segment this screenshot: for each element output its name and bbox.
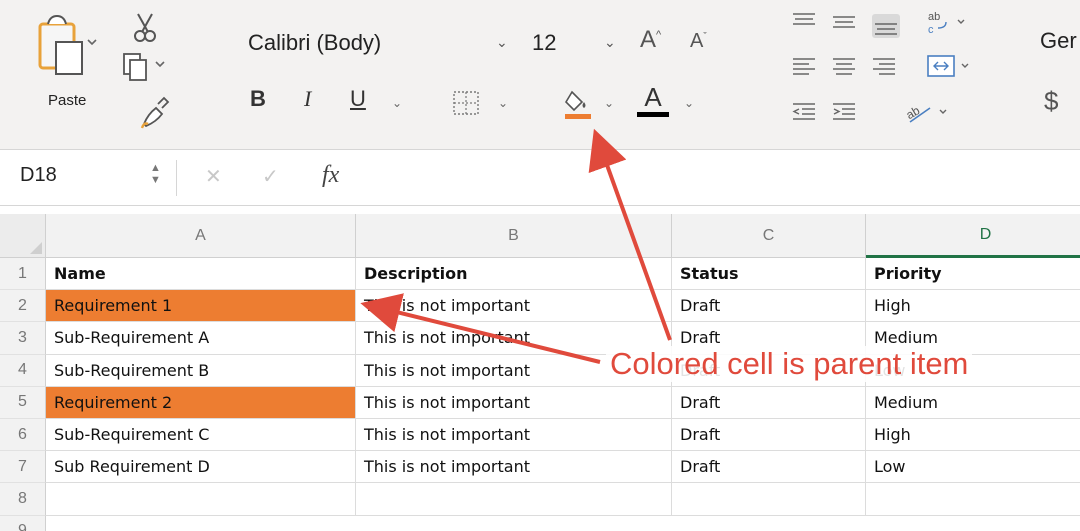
column-header-b[interactable]: B bbox=[356, 214, 672, 258]
align-middle-icon[interactable] bbox=[830, 10, 858, 34]
borders-icon[interactable] bbox=[450, 88, 484, 118]
table-cell[interactable]: This is not important bbox=[356, 451, 672, 484]
table-cell[interactable]: This is not important bbox=[356, 386, 672, 419]
parent-item-cell[interactable]: Requirement 2 bbox=[46, 386, 356, 419]
merge-center-icon[interactable] bbox=[926, 52, 974, 77]
row-header-2[interactable]: 2 bbox=[0, 290, 46, 323]
align-left-icon[interactable] bbox=[790, 54, 818, 78]
font-name-select[interactable]: Calibri (Body) bbox=[248, 30, 381, 56]
ribbon-toolbar: Paste Calibri (Body) ⌄ 12 ⌄ A^ Aˇ B I U … bbox=[0, 0, 1080, 150]
svg-text:c: c bbox=[928, 24, 934, 36]
row-header-5[interactable]: 5 bbox=[0, 386, 46, 419]
formula-enter-icon[interactable]: ✓ bbox=[262, 164, 279, 189]
table-cell[interactable]: This is not important bbox=[356, 290, 672, 323]
font-color-chevron-down-icon[interactable]: ⌄ bbox=[684, 96, 694, 110]
row-header-3[interactable]: 3 bbox=[0, 322, 46, 355]
table-cell[interactable]: Draft bbox=[672, 290, 866, 323]
font-color-icon[interactable]: A bbox=[634, 82, 672, 122]
orientation-icon[interactable]: ab bbox=[900, 96, 956, 123]
paste-icon[interactable] bbox=[34, 14, 98, 86]
formula-cancel-icon[interactable]: ✕ bbox=[205, 164, 222, 189]
table-cell[interactable]: Draft bbox=[672, 451, 866, 484]
align-bottom-icon[interactable] bbox=[872, 14, 900, 38]
header-cell[interactable]: Name bbox=[46, 258, 356, 291]
font-color-swatch bbox=[637, 112, 669, 117]
cut-icon[interactable] bbox=[128, 10, 162, 44]
table-cell[interactable]: Sub-Requirement C bbox=[46, 419, 356, 452]
table-cell[interactable]: Sub Requirement D bbox=[46, 451, 356, 484]
column-header-c[interactable]: C bbox=[672, 214, 866, 258]
currency-format-button[interactable]: $ bbox=[1044, 86, 1058, 117]
table-cell[interactable]: Sub-Requirement B bbox=[46, 354, 356, 387]
name-box[interactable]: D18 bbox=[20, 164, 57, 187]
align-center-icon[interactable] bbox=[830, 54, 858, 78]
decrease-font-size-button[interactable]: Aˇ bbox=[690, 30, 707, 53]
format-painter-icon[interactable] bbox=[136, 94, 170, 134]
header-cell[interactable]: Priority bbox=[866, 258, 1080, 291]
table-cell[interactable] bbox=[356, 483, 672, 516]
bold-button[interactable]: B bbox=[250, 86, 266, 112]
table-cell[interactable]: High bbox=[866, 419, 1080, 452]
table-cell[interactable] bbox=[46, 483, 356, 516]
table-cell[interactable]: Low bbox=[866, 451, 1080, 484]
svg-text:ab: ab bbox=[928, 11, 940, 23]
copy-icon[interactable] bbox=[118, 48, 170, 84]
increase-font-icon: A bbox=[640, 26, 657, 53]
font-name-chevron-down-icon[interactable]: ⌄ bbox=[496, 34, 508, 51]
row-header-1[interactable]: 1 bbox=[0, 258, 46, 291]
table-cell[interactable]: Draft bbox=[672, 419, 866, 452]
row-header-4[interactable]: 4 bbox=[0, 354, 46, 387]
formula-bar-divider bbox=[176, 160, 177, 196]
name-box-spinner-icon[interactable]: ▲ ▼ bbox=[150, 162, 161, 186]
row-header-6[interactable]: 6 bbox=[0, 419, 46, 452]
italic-button[interactable]: I bbox=[304, 86, 311, 112]
paste-label[interactable]: Paste bbox=[48, 92, 86, 109]
font-color-glyph: A bbox=[644, 82, 662, 112]
increase-font-size-button[interactable]: A^ bbox=[640, 26, 661, 54]
table-cell[interactable]: Medium bbox=[866, 387, 1080, 419]
column-header-a[interactable]: A bbox=[46, 214, 356, 258]
underline-chevron-down-icon[interactable]: ⌄ bbox=[392, 96, 402, 110]
font-size-chevron-down-icon[interactable]: ⌄ bbox=[604, 34, 616, 51]
table-cell[interactable]: High bbox=[866, 290, 1080, 323]
insert-function-icon[interactable]: fx bbox=[322, 162, 339, 189]
row-header-7[interactable]: 7 bbox=[0, 451, 46, 484]
borders-chevron-down-icon[interactable]: ⌄ bbox=[498, 96, 508, 110]
column-header-d[interactable]: D bbox=[866, 214, 1080, 258]
underline-button[interactable]: U bbox=[350, 86, 366, 112]
decrease-indent-icon[interactable] bbox=[790, 100, 818, 124]
increase-indent-icon[interactable] bbox=[830, 100, 858, 124]
align-right-icon[interactable] bbox=[870, 54, 898, 78]
align-top-icon[interactable] bbox=[790, 10, 818, 34]
decrease-font-icon: A bbox=[690, 30, 704, 52]
table-cell[interactable]: This is not important bbox=[356, 419, 672, 452]
table-cell[interactable] bbox=[672, 483, 866, 516]
fill-color-chevron-down-icon[interactable]: ⌄ bbox=[604, 96, 614, 110]
number-format-select[interactable]: Ger bbox=[1040, 28, 1077, 54]
parent-item-cell[interactable]: Requirement 1 bbox=[46, 290, 356, 323]
font-size-select[interactable]: 12 bbox=[532, 30, 556, 56]
row-header-9[interactable]: 9 bbox=[0, 515, 46, 531]
annotation-callout: Colored cell is parent item bbox=[606, 346, 973, 382]
formula-input[interactable] bbox=[380, 160, 1060, 196]
header-cell[interactable]: Status bbox=[672, 258, 866, 291]
formula-bar: D18 ▲ ▼ ✕ ✓ fx bbox=[0, 150, 1080, 206]
row-header-8[interactable]: 8 bbox=[0, 483, 46, 516]
fill-color-icon[interactable] bbox=[562, 86, 596, 122]
wrap-text-icon[interactable]: ab c bbox=[926, 8, 966, 36]
select-all-corner[interactable] bbox=[0, 214, 46, 258]
header-cell[interactable]: Description bbox=[356, 258, 672, 291]
table-cell[interactable]: Sub-Requirement A bbox=[46, 322, 356, 355]
table-cell[interactable] bbox=[866, 483, 1080, 516]
table-cell[interactable]: Draft bbox=[672, 386, 866, 419]
